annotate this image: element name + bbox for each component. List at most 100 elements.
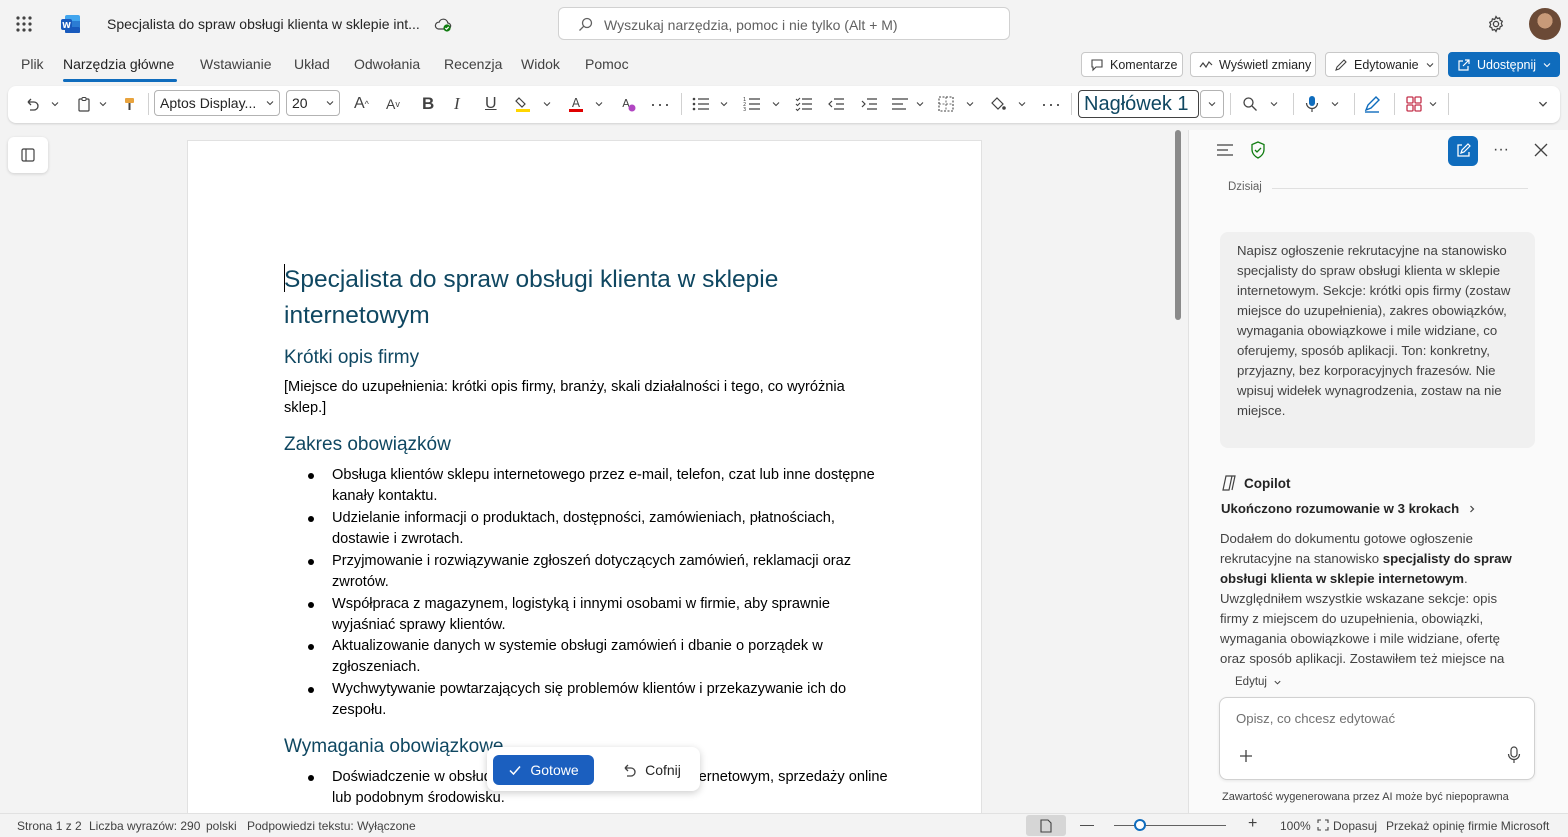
add-ins-icon[interactable]: [1405, 94, 1423, 114]
chevron-down-icon[interactable]: [915, 94, 925, 114]
copilot-prompt-input[interactable]: Opisz, co chcesz edytować: [1219, 697, 1535, 780]
zoom-out-icon[interactable]: —: [1080, 816, 1094, 832]
section-heading-duties[interactable]: Zakres obowiązków: [284, 434, 451, 456]
more-icon[interactable]: ···: [1041, 94, 1062, 114]
decrease-indent-icon[interactable]: [827, 94, 845, 114]
show-changes-button[interactable]: Wyświetl zmiany: [1190, 52, 1316, 77]
copilot-logo-icon: [1220, 474, 1238, 492]
text-predictions-status[interactable]: Podpowiedzi tekstu: Wyłączone: [247, 819, 416, 833]
tab-widok[interactable]: Widok: [521, 56, 560, 72]
zoom-level[interactable]: 100%: [1280, 819, 1311, 833]
section-heading-company[interactable]: Krótki opis firmy: [284, 347, 419, 369]
tab-plik[interactable]: Plik: [21, 56, 44, 72]
paste-icon[interactable]: [76, 94, 92, 114]
cloud-saved-icon[interactable]: [434, 15, 452, 33]
undo-edit-button[interactable]: Cofnij: [610, 755, 692, 785]
tab-uklad[interactable]: Układ: [294, 56, 330, 72]
print-layout-view-button[interactable]: [1026, 815, 1066, 836]
undo-icon[interactable]: [24, 94, 40, 114]
editing-mode-button[interactable]: Edytowanie: [1325, 52, 1439, 77]
dictate-microphone-icon[interactable]: [1304, 94, 1320, 114]
zoom-slider-thumb[interactable]: [1134, 819, 1146, 831]
chevron-down-icon[interactable]: [542, 94, 552, 114]
expand-ribbon-chevron-icon[interactable]: [1537, 94, 1549, 114]
more-icon[interactable]: ···: [650, 94, 671, 114]
tab-wstawianie[interactable]: Wstawianie: [200, 56, 272, 72]
chevron-down-icon[interactable]: [50, 94, 60, 114]
chevron-down-icon[interactable]: [1428, 94, 1438, 114]
shading-icon[interactable]: [989, 94, 1007, 114]
clear-formatting-icon[interactable]: A: [619, 94, 637, 114]
fit-to-window[interactable]: Dopasuj: [1333, 819, 1377, 833]
close-icon[interactable]: [1531, 140, 1551, 160]
italic-icon[interactable]: I: [454, 94, 460, 114]
add-attachment-icon[interactable]: [1238, 748, 1254, 764]
word-count[interactable]: Liczba wyrazów: 290: [89, 819, 200, 833]
company-placeholder-text[interactable]: [Miejsce do uzupełnienia: krótki opis fi…: [284, 377, 889, 419]
increase-indent-icon[interactable]: [860, 94, 878, 114]
navigation-pane-button[interactable]: [8, 137, 48, 173]
shrink-font-icon[interactable]: Av: [386, 94, 400, 114]
chevron-down-icon[interactable]: [719, 94, 729, 114]
chat-history-icon[interactable]: [1216, 141, 1234, 159]
bullets-icon[interactable]: [692, 94, 710, 114]
editor-icon[interactable]: [1363, 94, 1381, 114]
new-chat-button[interactable]: [1448, 136, 1478, 166]
checklist-icon[interactable]: [795, 94, 813, 114]
tab-narzedzia-glowne[interactable]: Narzędzia główne: [63, 56, 174, 72]
format-painter-icon[interactable]: [122, 94, 138, 114]
more-options-icon[interactable]: ···: [1491, 140, 1511, 160]
styles-dropdown-button[interactable]: [1200, 90, 1224, 118]
font-name-dropdown[interactable]: Aptos Display...: [154, 90, 280, 116]
document-title[interactable]: Specjalista do spraw obsługi klienta w s…: [107, 16, 427, 32]
borders-icon[interactable]: [938, 94, 954, 114]
chevron-down-icon[interactable]: [98, 94, 108, 114]
user-avatar[interactable]: [1529, 8, 1561, 40]
tab-recenzja[interactable]: Recenzja: [444, 56, 502, 72]
duty-item[interactable]: Przyjmowanie i rozwiązywanie zgłoszeń do…: [332, 551, 892, 593]
document-scrollbar[interactable]: [1175, 130, 1181, 320]
numbering-icon[interactable]: 123: [743, 94, 761, 114]
feedback-link[interactable]: Przekaż opinię firmie Microsoft: [1386, 819, 1549, 833]
tab-odwolania[interactable]: Odwołania: [354, 56, 420, 72]
chevron-down-icon[interactable]: [594, 94, 604, 114]
chevron-down-icon[interactable]: [1269, 94, 1279, 114]
align-icon[interactable]: [891, 94, 909, 114]
bold-icon[interactable]: B: [422, 94, 434, 114]
done-button[interactable]: Gotowe: [493, 755, 594, 785]
language-status[interactable]: polski: [206, 819, 237, 833]
chevron-down-icon[interactable]: [771, 94, 781, 114]
document-title-heading[interactable]: Specjalista do spraw obsługi klienta w s…: [284, 262, 844, 334]
style-heading1-box[interactable]: Nagłówek 1: [1078, 90, 1199, 118]
underline-icon[interactable]: U: [485, 94, 497, 114]
chevron-down-icon[interactable]: [1330, 94, 1340, 114]
section-heading-requirements[interactable]: Wymagania obowiązkowe: [284, 736, 504, 758]
edit-mode-dropdown[interactable]: Edytuj: [1235, 676, 1286, 688]
comments-button[interactable]: Komentarze: [1081, 52, 1183, 77]
zoom-in-icon[interactable]: +: [1248, 815, 1257, 833]
page-count[interactable]: Strona 1 z 2: [17, 819, 82, 833]
duty-item[interactable]: Obsługa klientów sklepu internetowego pr…: [332, 465, 892, 507]
zoom-slider-track[interactable]: [1114, 825, 1226, 826]
font-color-icon[interactable]: A: [567, 94, 585, 114]
share-button[interactable]: Udostępnij: [1448, 52, 1560, 77]
duty-item[interactable]: Wychwytywanie powtarzających się problem…: [332, 679, 892, 721]
find-search-icon[interactable]: [1242, 94, 1258, 114]
font-size-dropdown[interactable]: 20: [286, 90, 340, 116]
duty-item[interactable]: Udzielanie informacji o produktach, dost…: [332, 508, 892, 550]
search-box[interactable]: Wyszukaj narzędzia, pomoc i nie tylko (A…: [558, 7, 1010, 40]
microphone-icon[interactable]: [1506, 746, 1522, 764]
shield-check-icon[interactable]: [1249, 140, 1267, 160]
duty-item[interactable]: Współpraca z magazynem, logistyką i inny…: [332, 594, 892, 636]
app-launcher-icon[interactable]: [14, 14, 34, 34]
settings-gear-icon[interactable]: [1486, 14, 1506, 34]
grow-font-icon[interactable]: A ^: [354, 94, 369, 114]
fit-icon[interactable]: [1316, 818, 1330, 832]
chevron-down-icon[interactable]: [1017, 94, 1027, 114]
assistant-name: Copilot: [1244, 476, 1291, 491]
chevron-down-icon[interactable]: [965, 94, 975, 114]
duty-item[interactable]: Aktualizowanie danych w systemie obsługi…: [332, 636, 892, 678]
highlight-icon[interactable]: [514, 94, 532, 114]
tab-pomoc[interactable]: Pomoc: [585, 56, 629, 72]
reasoning-steps-toggle[interactable]: Ukończono rozumowanie w 3 krokach: [1221, 501, 1477, 516]
